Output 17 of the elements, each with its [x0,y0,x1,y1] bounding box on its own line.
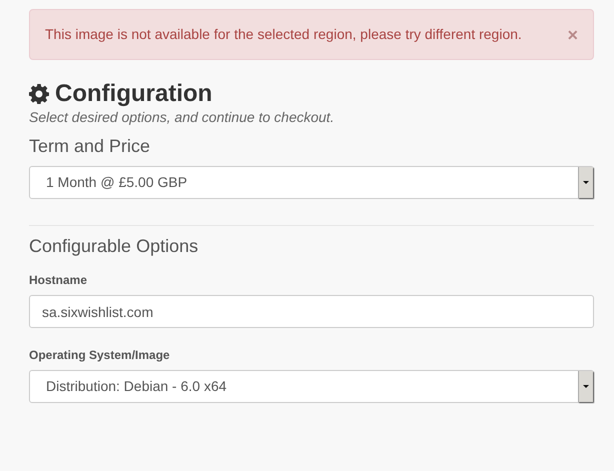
dropdown-value: Distribution: Debian - 6.0 x64 [45,377,228,396]
page-subtitle: Select desired options, and continue to checkout. [29,108,336,126]
field-label: Operating System/Image [29,347,171,364]
dropdown-value: 1 Month @ £5.00 GBP [45,173,188,192]
section-title: Term and Price [29,135,152,157]
gear-icon [29,84,49,104]
caret-icon [583,385,589,388]
caret-icon [583,181,589,184]
page-title: Configuration [55,80,212,108]
dropdown-field[interactable]: 1 Month @ £5.00 GBP [29,166,594,199]
alert-message: This image is not available for the selected region, please try different region. [45,25,522,44]
dropdown-arrow-button[interactable] [578,167,593,198]
dropdown-field[interactable]: Distribution: Debian - 6.0 x64 [29,370,594,403]
dropdown-arrow-button[interactable] [578,371,593,402]
hostname-field[interactable]: sa.sixwishlist.com [29,295,594,328]
section-title: Configurable Options [29,235,200,257]
field-label: Hostname [29,272,88,289]
